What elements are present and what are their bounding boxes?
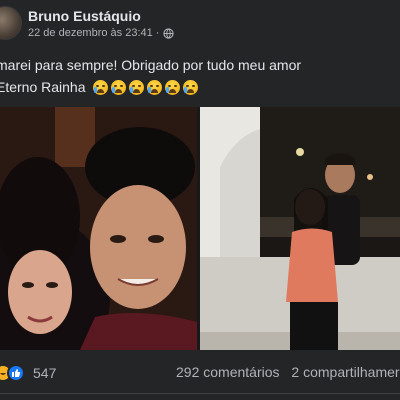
shares-count-link[interactable]: 2 compartilhamer (291, 364, 399, 380)
caption-line-2-text: Eterno Rainha (0, 79, 86, 95)
reaction-count[interactable]: 547 (33, 365, 56, 381)
globe-icon (163, 27, 175, 39)
crying-face-emoji-icon (182, 79, 198, 95)
comments-count-link[interactable]: 292 comentários (176, 364, 280, 380)
like-reaction-icon (7, 364, 25, 382)
crying-face-emoji-icon (110, 79, 126, 95)
post-photo-selfie[interactable] (0, 107, 197, 350)
caption-emoji-row (92, 79, 198, 95)
author-avatar[interactable] (0, 6, 22, 40)
reactions-summary[interactable]: 547 (0, 364, 56, 382)
post-meta: 22 de dezembro às 23:41 · (28, 27, 175, 39)
caption-line-2: Eterno Rainha (0, 76, 400, 98)
crying-face-emoji-icon (128, 79, 144, 95)
post-header: Bruno Eustáquio 22 de dezembro às 23:41 … (0, 0, 400, 50)
post-footer: 547 292 comentários 2 compartilhamer (0, 352, 400, 392)
couple-photo-art (200, 107, 400, 350)
post-stats: 292 comentários 2 compartilhamer (176, 364, 400, 380)
caption-line-1: marei para sempre! Obrigado por tudo meu… (0, 57, 302, 73)
selfie-photo-art (0, 107, 197, 350)
facebook-post: Bruno Eustáquio 22 de dezembro às 23:41 … (0, 0, 400, 400)
post-photo-couple[interactable] (200, 107, 400, 350)
author-name[interactable]: Bruno Eustáquio (28, 8, 141, 24)
crying-face-emoji-icon (92, 79, 108, 95)
post-timestamp[interactable]: 22 de dezembro às 23:41 · (28, 27, 159, 39)
post-photo-grid (0, 107, 400, 350)
crying-face-emoji-icon (164, 79, 180, 95)
crying-face-emoji-icon (146, 79, 162, 95)
footer-divider (0, 393, 400, 394)
post-caption: marei para sempre! Obrigado por tudo meu… (0, 54, 400, 98)
